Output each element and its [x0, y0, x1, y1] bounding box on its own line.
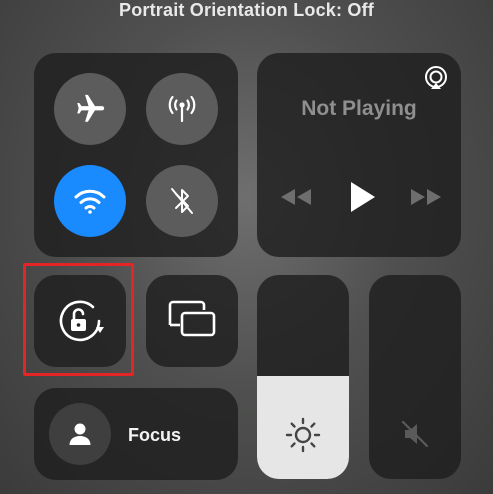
brightness-slider[interactable]: [257, 275, 349, 479]
cellular-data-button[interactable]: [146, 73, 218, 145]
screen-mirroring-icon: [166, 299, 218, 341]
speaker-muted-icon: [397, 416, 433, 452]
wifi-icon: [72, 186, 108, 216]
airplane-icon: [73, 92, 107, 126]
screen-mirroring-button[interactable]: [146, 275, 238, 367]
volume-slider[interactable]: [369, 275, 461, 479]
bluetooth-button[interactable]: [146, 165, 218, 237]
highlight-box: [23, 263, 134, 376]
connectivity-panel: [34, 53, 238, 257]
bluetooth-off-icon: [166, 184, 198, 218]
now-playing-title: Not Playing: [301, 97, 417, 120]
focus-avatar: [49, 403, 111, 465]
antenna-icon: [164, 91, 200, 127]
play-icon[interactable]: [347, 180, 377, 214]
now-playing-panel[interactable]: Not Playing: [257, 53, 461, 257]
person-icon: [67, 421, 93, 447]
status-message: Portrait Orientation Lock: Off: [118, 0, 374, 20]
rewind-icon[interactable]: [279, 187, 313, 207]
wifi-button[interactable]: [54, 165, 126, 237]
airplay-icon[interactable]: [423, 65, 449, 91]
airplane-mode-button[interactable]: [54, 73, 126, 145]
fast-forward-icon[interactable]: [409, 187, 443, 207]
sun-icon: [284, 416, 322, 454]
focus-label: Focus: [128, 425, 182, 445]
